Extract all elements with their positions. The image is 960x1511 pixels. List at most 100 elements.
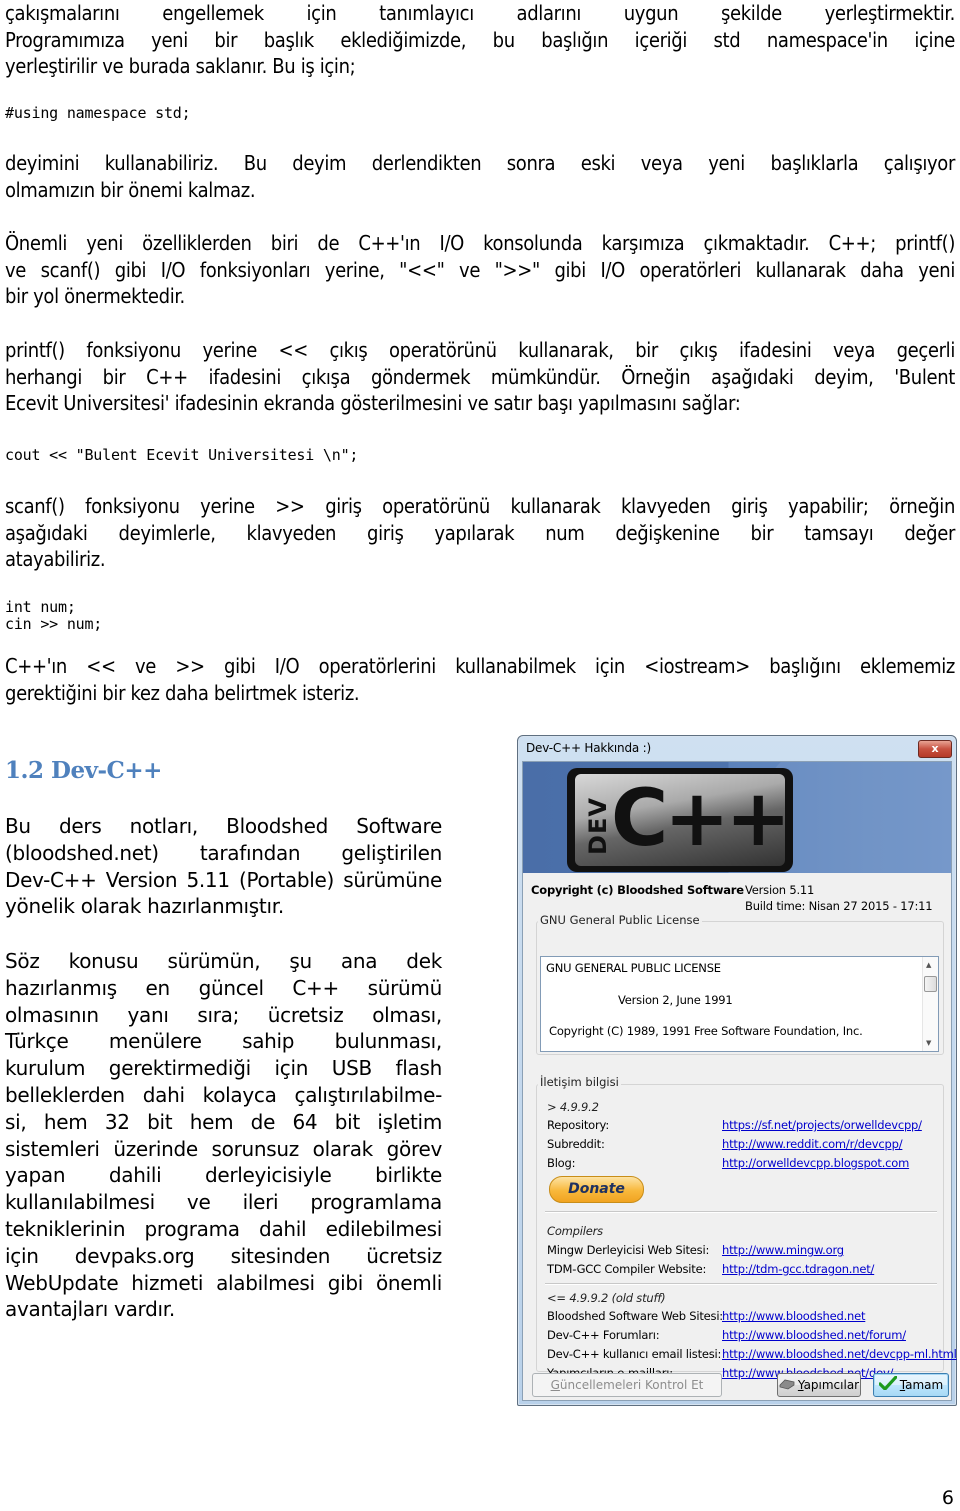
scroll-up-icon[interactable]: ▲ [926, 961, 931, 969]
text-line: scanf() fonksiyonu yerine >> giriş opera… [5, 494, 955, 518]
subreddit-link[interactable]: http://www.reddit.com/r/devcpp/ [722, 1137, 903, 1151]
checkmark-icon [878, 1374, 898, 1397]
donate-button[interactable]: Donate [549, 1176, 644, 1203]
link-label: Repository: [547, 1118, 609, 1132]
tdm-gcc-link[interactable]: http://tdm-gcc.tdragon.net/ [722, 1262, 874, 1276]
text-line: herhangi bir C++ ifadesini çıkışa gönder… [5, 364, 955, 389]
paragraph-namespace-intro: çakışmalarını engellemek için tanımlayıc… [5, 0, 955, 80]
text-line: yerleştirilir ve burada saklanır. Bu iş … [5, 54, 356, 79]
text-line: Bu ders notları, Bloodshed Software [5, 814, 442, 838]
code-cin-example: int num; cin >> num; [5, 598, 103, 633]
text-line: çakışmalarını engellemek için tanımlayıc… [5, 1, 955, 25]
text-line: yönelik olarak hazırlanmıştır. [5, 894, 284, 919]
text-line: Türkçe menülere sahip bulunması, [5, 1029, 442, 1054]
paragraph-iostream-note: C++'ın << ve >> gibi I/O operatörlerini … [5, 653, 955, 706]
text-line: olmamızın bir önemi kalmaz. [5, 177, 256, 202]
text-line: deyimini kullanabiliriz. Bu deyim derlen… [5, 151, 955, 175]
text-line: gerektiğini bir kez daha belirtmek ister… [5, 680, 360, 705]
paragraph-devcpp-advantages: Söz konusu sürümün, şu ana dek hazırlanm… [5, 948, 442, 1323]
divider [545, 1211, 937, 1213]
contact-group-label: İletişim bilgisi [538, 1075, 621, 1089]
bloodshed-link[interactable]: http://www.bloodshed.net [722, 1309, 865, 1323]
link-label: Bloodshed Software Web Sitesi: [547, 1309, 723, 1323]
repository-link[interactable]: https://sf.net/projects/orwelldevcpp/ [722, 1118, 922, 1132]
license-line: Copyright (C) 1989, 1991 Free Software F… [549, 1024, 863, 1038]
ok-button[interactable]: Tamam [873, 1373, 949, 1397]
close-icon: x [931, 742, 939, 755]
text-line: printf() fonksiyonu yerine << çıkış oper… [5, 338, 955, 362]
text-line: için devpaks.org sitesinden ücretsiz [5, 1243, 442, 1268]
old-versions-header: <= 4.9.9.2 (old stuff) [547, 1291, 666, 1305]
authors-button[interactable]: Yapımcılar [777, 1373, 861, 1397]
button-label: apımcılar [803, 1378, 860, 1392]
button-label: üncellemeleri Kontrol Et [559, 1378, 704, 1392]
paragraph-input-operator: scanf() fonksiyonu yerine >> giriş opera… [5, 493, 955, 573]
accelerator-key: G [550, 1378, 560, 1392]
license-line: GNU GENERAL PUBLIC LICENSE [546, 961, 721, 975]
devcpp-logo: DEV C++ [567, 768, 793, 872]
logo-cpp-text: C++ [611, 774, 785, 864]
text-line: Söz konusu sürümün, şu ana dek [5, 949, 442, 973]
text-line: Ecevit Universitesi' ifadesinin ekranda … [5, 391, 741, 416]
section-heading: 1.2 Dev-C++ [5, 757, 162, 784]
text-line: kullanılabilmesi ve ileri programlama [5, 1190, 442, 1215]
compilers-header: Compilers [547, 1224, 603, 1238]
license-scrollbar[interactable]: ▲ ▼ [922, 957, 938, 1051]
text-line: tekniklerinin programa dahil edilebilmes… [5, 1216, 442, 1241]
code-cout-example: cout << "Bulent Ecevit Universitesi \n"; [5, 446, 359, 464]
license-textbox[interactable]: GNU GENERAL PUBLIC LICENSE Version 2, Ju… [540, 956, 939, 1052]
page-number: 6 [941, 1487, 954, 1509]
copyright-label: Copyright (c) Bloodshed Software [531, 883, 744, 897]
text-line: belleklerden dahi kolayca çalıştırılabil… [5, 1082, 442, 1107]
link-label: Subreddit: [547, 1137, 605, 1151]
text-line: C++'ın << ve >> gibi I/O operatörlerini … [5, 654, 955, 678]
link-label: Dev-C++ kullanıcı email listesi: [547, 1347, 722, 1361]
logo-dev-text: DEV [583, 797, 612, 855]
paragraph-namespace-usage: deyimini kullanabiliriz. Bu deyim derlen… [5, 150, 955, 203]
mingw-link[interactable]: http://www.mingw.org [722, 1243, 844, 1257]
text-line: avantajları vardır. [5, 1297, 175, 1322]
close-button[interactable]: x [918, 740, 952, 758]
text-line: Dev-C++ Version 5.11 (Portable) sürümüne [5, 867, 442, 892]
divider [545, 1283, 937, 1285]
check-updates-button[interactable]: Güncellemeleri Kontrol Et [532, 1373, 722, 1397]
text-line: ve scanf() gibi I/O fonksiyonları yerine… [5, 257, 955, 282]
text-line: kurulum gerektirmediği için USB flash [5, 1056, 442, 1081]
text-line: olmasının yanı sıra; ücretsiz olması, [5, 1002, 442, 1027]
link-label: TDM-GCC Compiler Website: [547, 1262, 707, 1276]
text-line: WebUpdate hizmeti alabilmesi gibi önemli [5, 1270, 442, 1295]
current-version-header: > 4.9.9.2 [547, 1100, 599, 1114]
text-line: bir yol önermektedir. [5, 284, 185, 309]
text-line: sistemleri üzerinde sorunsuz olarak göre… [5, 1136, 442, 1161]
text-line: aşağıdaki deyimlerle, klavyeden giriş ya… [5, 520, 955, 545]
about-dialog: Dev-C++ Hakkında :) x DEV C++ Copyright … [517, 735, 957, 1406]
license-group-label: GNU General Public License [538, 913, 702, 927]
dialog-body: DEV C++ Copyright (c) Bloodshed Software… [522, 761, 957, 1401]
paragraph-devcpp-version: Bu ders notları, Bloodshed Software (blo… [5, 813, 442, 920]
blog-link[interactable]: http://orwelldevcpp.blogspot.com [722, 1156, 909, 1170]
text-line: Önemli yeni özelliklerden biri de C++'ın… [5, 231, 955, 255]
button-label: amam [905, 1378, 944, 1392]
text-line: Programımıza yeni bir başlık eklediğimiz… [5, 27, 955, 52]
dialog-title: Dev-C++ Hakkında :) [526, 741, 651, 755]
build-time-label: Build time: Nisan 27 2015 - 17:11 [745, 899, 933, 913]
text-line: si, hem 32 bit hem de 64 bit işletim [5, 1109, 442, 1134]
paragraph-output-operator: printf() fonksiyonu yerine << çıkış oper… [5, 337, 955, 417]
scroll-thumb[interactable] [924, 976, 937, 992]
forum-link[interactable]: http://www.bloodshed.net/forum/ [722, 1328, 906, 1342]
link-label: Dev-C++ Forumları: [547, 1328, 660, 1342]
text-line: (bloodshed.net) tarafından geliştirilen [5, 840, 442, 865]
code-using-namespace: #using namespace std; [5, 104, 191, 122]
paragraph-io-intro: Önemli yeni özelliklerden biri de C++'ın… [5, 230, 955, 310]
text-line: atayabiliriz. [5, 547, 106, 572]
mailing-list-link[interactable]: http://www.bloodshed.net/devcpp-ml.html [722, 1347, 957, 1361]
version-label: Version 5.11 [745, 883, 815, 897]
text-line: yapan dahili derleyicisiyle birlikte [5, 1163, 442, 1188]
link-label: Blog: [547, 1156, 576, 1170]
authors-icon [779, 1375, 795, 1397]
text-line: hazırlanmış en güncel C++ sürümü [5, 975, 442, 1000]
link-label: Mingw Derleyicisi Web Sitesi: [547, 1243, 710, 1257]
license-line: Version 2, June 1991 [618, 993, 733, 1007]
scroll-down-icon[interactable]: ▼ [926, 1039, 931, 1047]
banner: DEV C++ [523, 762, 951, 873]
